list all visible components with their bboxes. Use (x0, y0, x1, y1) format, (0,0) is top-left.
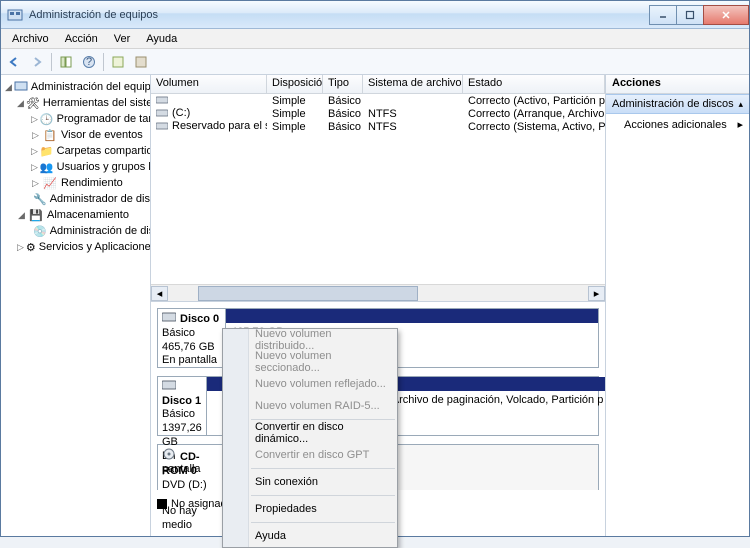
nav-tree[interactable]: ◢Administración del equipo (loc ◢🛠Herram… (1, 75, 151, 536)
tree-almacenamiento[interactable]: ◢💾Almacenamiento (3, 207, 148, 223)
scroll-thumb[interactable] (198, 286, 418, 301)
volume-icon (156, 95, 170, 107)
actions-panel: Acciones Administración de discos ▴ Acci… (606, 75, 749, 536)
menu-nuevo-volumen-raid5[interactable]: Nuevo volumen RAID-5... (223, 395, 397, 417)
forward-button[interactable] (26, 51, 48, 73)
menu-sin-conexion[interactable]: Sin conexión (223, 471, 397, 493)
actions-selected[interactable]: Administración de discos ▴ (606, 94, 749, 114)
toolbar: ? (1, 49, 749, 75)
storage-icon: 💾 (28, 208, 44, 222)
minimize-button[interactable] (649, 5, 677, 25)
table-row[interactable]: (C:) Simple Básico NTFS Correcto (Arranq… (151, 107, 605, 120)
tree-rendimiento[interactable]: ▷📈Rendimiento (3, 175, 148, 191)
col-tipo[interactable]: Tipo (323, 75, 363, 93)
refresh-button[interactable] (107, 51, 129, 73)
menu-separator (251, 468, 395, 469)
tree-servicios[interactable]: ▷⚙Servicios y Aplicaciones (3, 239, 148, 255)
col-sistema[interactable]: Sistema de archivos (363, 75, 463, 93)
scroll-right-button[interactable]: ▸ (588, 286, 605, 301)
help-button[interactable]: ? (78, 51, 100, 73)
close-button[interactable] (703, 5, 749, 25)
maximize-button[interactable] (676, 5, 704, 25)
perf-icon: 📈 (42, 176, 58, 190)
tree-root[interactable]: ◢Administración del equipo (loc (3, 79, 148, 95)
chevron-right-icon: ▸ (737, 118, 743, 131)
legend-swatch-unassigned (157, 499, 167, 509)
event-icon: 📋 (42, 128, 58, 142)
menu-ayuda[interactable]: Ayuda (139, 31, 184, 47)
disk-mgmt-icon: 💿 (33, 224, 47, 238)
scroll-left-button[interactable]: ◂ (151, 286, 168, 301)
svg-text:?: ? (86, 56, 92, 68)
volume-icon (156, 121, 170, 133)
tree-admin-discos[interactable]: 💿Administración de disc (3, 223, 148, 239)
computer-icon (14, 80, 28, 94)
tree-programador[interactable]: ▷🕒Programador de tareas (3, 111, 148, 127)
menu-separator (251, 495, 395, 496)
col-estado[interactable]: Estado (463, 75, 605, 93)
menu-archivo[interactable]: Archivo (5, 31, 56, 47)
services-icon: ⚙ (26, 240, 36, 254)
horizontal-scrollbar[interactable]: ◂ ▸ (151, 284, 605, 301)
actions-more[interactable]: Acciones adicionales ▸ (606, 114, 749, 135)
tree-visor[interactable]: ▷📋Visor de eventos (3, 127, 148, 143)
disk-label[interactable]: CD-ROM 0 DVD (D:) No hay medio (158, 445, 226, 490)
disk-label[interactable]: Disco 0 Básico 465,76 GB En pantalla (158, 309, 226, 367)
show-hide-tree-button[interactable] (55, 51, 77, 73)
menu-nuevo-volumen-reflejado[interactable]: Nuevo volumen reflejado... (223, 373, 397, 395)
disk-icon (162, 380, 178, 392)
settings-button[interactable] (130, 51, 152, 73)
tree-admin-dispositivos[interactable]: 🔧Administrador de dispo (3, 191, 148, 207)
menu-accion[interactable]: Acción (58, 31, 105, 47)
menu-convertir-dinamico[interactable]: Convertir en disco dinámico... (223, 422, 397, 444)
device-icon: 🔧 (33, 192, 47, 206)
menu-nuevo-volumen-distribuido[interactable]: Nuevo volumen distribuido... (223, 329, 397, 351)
tree-carpetas[interactable]: ▷📁Carpetas compartidas (3, 143, 148, 159)
back-button[interactable] (3, 51, 25, 73)
menu-ver[interactable]: Ver (107, 31, 138, 47)
disk-icon (162, 312, 178, 324)
tools-icon: 🛠 (26, 96, 40, 110)
folder-share-icon: 📁 (40, 144, 54, 158)
menu-propiedades[interactable]: Propiedades (223, 498, 397, 520)
chevron-up-icon: ▴ (738, 99, 743, 110)
table-row[interactable]: Reservado para el sistema Simple Básico … (151, 120, 605, 133)
actions-header: Acciones (606, 75, 749, 94)
partition-header (226, 309, 598, 323)
tree-herramientas[interactable]: ◢🛠Herramientas del sistema (3, 95, 148, 111)
cdrom-icon (162, 448, 178, 460)
volume-grid-header[interactable]: Volumen Disposición Tipo Sistema de arch… (151, 75, 605, 94)
disk-label[interactable]: Disco 1 Básico 1397,26 GB En pantalla (158, 377, 207, 435)
clock-icon: 🕒 (40, 112, 54, 126)
col-disposicion[interactable]: Disposición (267, 75, 323, 93)
titlebar[interactable]: Administración de equipos (1, 1, 749, 29)
table-row[interactable]: Simple Básico Correcto (Activo, Partició… (151, 94, 605, 107)
volume-icon (156, 108, 170, 120)
volume-grid[interactable]: Simple Básico Correcto (Activo, Partició… (151, 94, 605, 284)
menu-ayuda[interactable]: Ayuda (223, 525, 397, 547)
menu-separator (251, 522, 395, 523)
users-icon: 👥 (40, 160, 54, 174)
app-icon (7, 7, 23, 23)
tree-usuarios[interactable]: ▷👥Usuarios y grupos locale (3, 159, 148, 175)
col-volumen[interactable]: Volumen (151, 75, 267, 93)
window-title: Administración de equipos (29, 9, 158, 21)
context-menu: Nuevo volumen distribuido... Nuevo volum… (222, 328, 398, 548)
menubar: Archivo Acción Ver Ayuda (1, 29, 749, 49)
menu-separator (251, 419, 395, 420)
menu-convertir-gpt[interactable]: Convertir en disco GPT (223, 444, 397, 466)
menu-nuevo-volumen-seccionado[interactable]: Nuevo volumen seccionado... (223, 351, 397, 373)
